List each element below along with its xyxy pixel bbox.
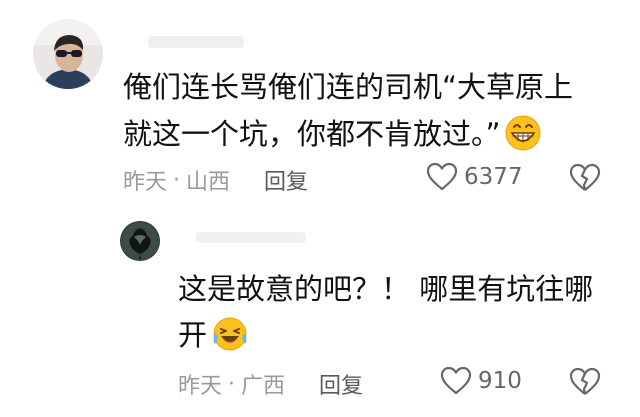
comment-meta: 昨天 · 广西 回复 bbox=[178, 368, 363, 400]
separator-dot: · bbox=[228, 371, 236, 397]
timestamp: 昨天 bbox=[123, 170, 168, 195]
heart-icon bbox=[440, 366, 472, 395]
like-count: 6377 bbox=[464, 164, 523, 190]
grinning-face-icon bbox=[505, 115, 541, 165]
username-redacted[interactable] bbox=[148, 36, 244, 48]
comment-text-line: 这是故意的吧？！ 哪里有坑往哪 bbox=[178, 272, 594, 306]
username-redacted[interactable] bbox=[196, 232, 306, 243]
dislike-button[interactable] bbox=[569, 367, 601, 401]
location: 山西 bbox=[186, 170, 231, 195]
avatar[interactable] bbox=[120, 221, 160, 261]
heart-icon bbox=[426, 162, 458, 191]
comment-text-line: 就这一个坑，你都不肯放过。” bbox=[123, 111, 623, 165]
comment-text-line: 开 bbox=[178, 312, 618, 365]
like-button[interactable]: 6377 bbox=[426, 162, 523, 192]
like-button[interactable]: 910 bbox=[440, 366, 522, 396]
reply-button[interactable]: 回复 bbox=[319, 368, 363, 400]
laughing-crying-face-icon bbox=[211, 316, 249, 365]
comment-text: 这是故意的吧？！ 哪里有坑往哪 开 bbox=[178, 266, 618, 365]
location: 广西 bbox=[241, 374, 286, 399]
comment-text: 俺们连长骂俺们连的司机“大草原上 就这一个坑，你都不肯放过。” bbox=[123, 64, 623, 165]
comment-text-line: 俺们连长骂俺们连的司机“大草原上 bbox=[123, 70, 574, 104]
comment-meta: 昨天 · 山西 回复 bbox=[123, 164, 308, 196]
reply-button[interactable]: 回复 bbox=[264, 164, 308, 196]
broken-heart-icon bbox=[569, 367, 601, 395]
like-count: 910 bbox=[478, 368, 522, 394]
timestamp: 昨天 bbox=[178, 374, 223, 399]
avatar[interactable] bbox=[33, 19, 103, 89]
dislike-button[interactable] bbox=[569, 163, 601, 197]
separator-dot: · bbox=[173, 167, 181, 193]
broken-heart-icon bbox=[569, 163, 601, 191]
